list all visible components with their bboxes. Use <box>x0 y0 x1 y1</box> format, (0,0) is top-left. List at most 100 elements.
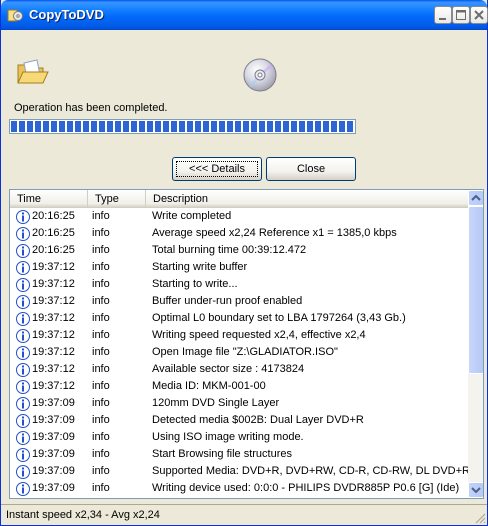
log-type: info <box>92 227 110 239</box>
log-description: 120mm DVD Single Layer <box>152 397 280 409</box>
window-title: CopyToDVD <box>29 7 104 22</box>
log-time: 19:37:09 <box>32 431 75 443</box>
log-type: info <box>92 261 110 273</box>
log-description: Open Image file "Z:\GLADIATOR.ISO" <box>152 346 338 358</box>
log-time: 19:37:12 <box>32 329 75 341</box>
status-bar-text: Instant speed x2,34 - Avg x2,24 <box>6 509 160 521</box>
log-time: 19:37:09 <box>32 414 75 426</box>
maximize-button[interactable] <box>452 6 470 24</box>
log-row[interactable]: 19:37:12 info Starting write buffer <box>10 259 468 276</box>
log-row[interactable]: 19:37:09 info Supported Media: DVD+R, DVD+… <box>10 463 470 480</box>
log-description: Starting to write... <box>152 278 238 290</box>
log-time: 20:16:25 <box>32 244 75 256</box>
log-row[interactable]: 19:37:12 info Buffer under-run proof enabl… <box>10 293 468 310</box>
log-description: Supported Media: DVD+R, DVD+RW, CD-R, CD… <box>152 465 470 477</box>
title-bar[interactable]: CopyToDVD <box>1 0 488 30</box>
log-description: Buffer under-run proof enabled <box>152 295 303 307</box>
log-time: 19:37:12 <box>32 261 75 273</box>
log-row[interactable]: 20:16:25 info Average speed x2,24 Referenc… <box>10 225 468 242</box>
log-time: 19:37:12 <box>32 346 75 358</box>
log-row[interactable]: 19:37:12 info Starting to write... <box>10 276 468 293</box>
log-row[interactable]: 19:37:09 info Start Browsing file structur… <box>10 446 468 463</box>
log-row[interactable]: 20:16:25 info Write completed <box>10 208 468 225</box>
log-time: 19:37:12 <box>32 295 75 307</box>
log-row[interactable]: 19:37:12 info Available sector size : 4173… <box>10 361 468 378</box>
log-row[interactable]: 19:37:12 info Writing speed requested x2,4… <box>10 327 468 344</box>
log-row[interactable]: 19:37:12 info Open Image file "Z:\GLADIATO… <box>10 344 468 361</box>
scroll-down-button[interactable] <box>468 482 483 498</box>
close-window-button[interactable] <box>470 6 488 24</box>
column-header-time[interactable]: Time <box>10 190 88 208</box>
log-description: Available sector size : 4173824 <box>152 363 305 375</box>
log-row[interactable]: 19:37:09 info Detected media $002B: Dual L… <box>10 412 468 429</box>
column-header-type[interactable]: Type <box>88 190 146 208</box>
status-bar: Instant speed x2,34 - Avg x2,24 <box>1 504 487 525</box>
maximize-icon <box>456 10 466 20</box>
progress-fill <box>11 121 354 132</box>
scroll-up-button[interactable] <box>468 190 483 206</box>
info-icon <box>16 397 30 411</box>
log-row[interactable]: 20:16:25 info Total burning time 00:39:12.… <box>10 242 468 259</box>
log-time: 19:37:12 <box>32 312 75 324</box>
log-description: Using ISO image writing mode. <box>152 431 304 443</box>
chevron-up-icon <box>471 194 481 201</box>
log-description: Detected media $002B: Dual Layer DVD+R <box>152 414 364 426</box>
info-icon <box>16 261 30 275</box>
info-icon <box>16 278 30 292</box>
info-icon <box>16 227 30 241</box>
log-description: Starting write buffer <box>152 261 248 273</box>
log-type: info <box>92 295 110 307</box>
log-description: Average speed x2,24 Reference x1 = 1385,… <box>152 227 397 239</box>
info-icon <box>16 414 30 428</box>
info-icon <box>16 431 30 445</box>
log-time: 20:16:25 <box>32 227 75 239</box>
info-icon <box>16 448 30 462</box>
scroll-thumb[interactable] <box>468 206 483 374</box>
log-type: info <box>92 329 110 341</box>
info-icon <box>16 210 30 224</box>
log-type: info <box>92 278 110 290</box>
log-row[interactable]: 19:37:12 info Optimal L0 boundary set to L… <box>10 310 468 327</box>
vertical-scrollbar[interactable] <box>468 190 483 498</box>
app-window: CopyToDVD Operation has been completed. … <box>0 0 488 526</box>
info-icon <box>16 329 30 343</box>
log-time: 19:37:09 <box>32 482 75 494</box>
log-row[interactable]: 19:37:09 info Writing device used: 0:0:0 -… <box>10 480 468 497</box>
log-type: info <box>92 414 110 426</box>
log-type: info <box>92 244 110 256</box>
log-rows: 20:16:25 info Write completed 20:16:25 info A… <box>10 208 470 497</box>
log-description: Writing device used: 0:0:0 - PHILIPS DVD… <box>152 482 460 494</box>
log-time: 19:37:09 <box>32 397 75 409</box>
column-header-description[interactable]: Description <box>146 190 468 208</box>
info-icon <box>16 346 30 360</box>
log-description: Start Browsing file structures <box>152 448 292 460</box>
status-message: Operation has been completed. <box>14 102 168 114</box>
chevron-down-icon <box>471 487 481 494</box>
details-button[interactable]: <<< Details <box>172 157 262 181</box>
open-folder-icon <box>17 59 49 84</box>
info-icon <box>16 380 30 394</box>
log-description: Writing speed requested x2,4, effective … <box>152 329 366 341</box>
log-type: info <box>92 380 110 392</box>
log-type: info <box>92 465 110 477</box>
resize-grip-icon[interactable] <box>474 512 486 524</box>
log-time: 19:37:09 <box>32 448 75 460</box>
log-type: info <box>92 431 110 443</box>
info-icon <box>16 465 30 479</box>
info-icon <box>16 312 30 326</box>
log-type: info <box>92 312 110 324</box>
log-time: 20:16:25 <box>32 210 75 222</box>
log-time: 19:37:12 <box>32 363 75 375</box>
log-type: info <box>92 210 110 222</box>
log-row[interactable]: 19:37:09 info Using ISO image writing mode… <box>10 429 468 446</box>
dvd-disc-icon <box>243 58 277 92</box>
minimize-button[interactable] <box>434 6 452 24</box>
close-button[interactable]: Close <box>266 157 356 181</box>
app-icon <box>7 9 23 22</box>
log-row[interactable]: 19:37:09 info 120mm DVD Single Layer <box>10 395 468 412</box>
log-list[interactable]: Time Type Description 20:16:25 info Write … <box>9 189 484 499</box>
log-row[interactable]: 19:37:12 info Media ID: MKM-001-00 <box>10 378 468 395</box>
info-icon <box>16 482 30 496</box>
log-description: Media ID: MKM-001-00 <box>152 380 266 392</box>
info-icon <box>16 295 30 309</box>
